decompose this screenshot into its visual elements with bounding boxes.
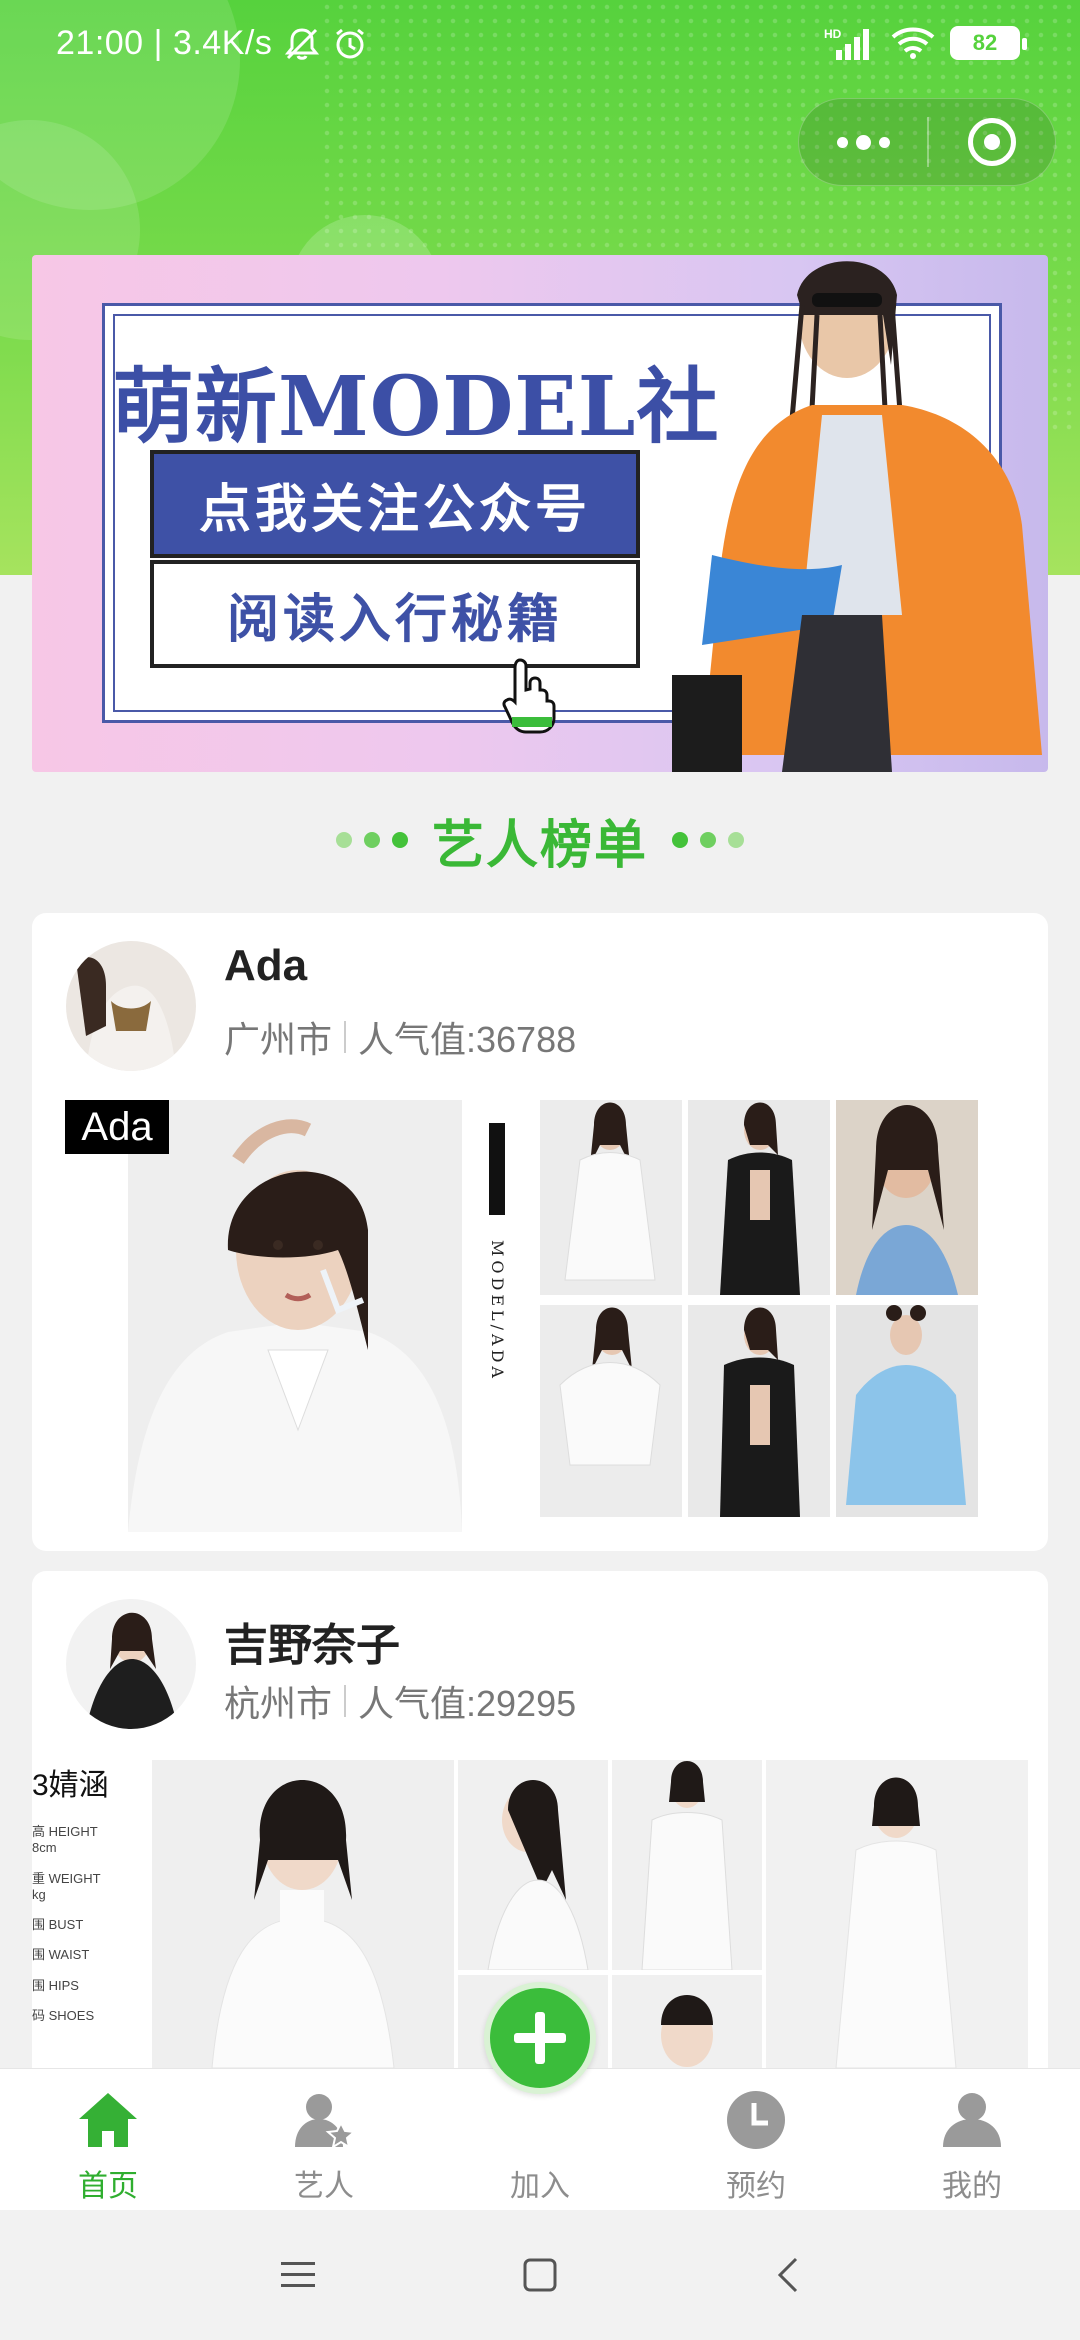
read-guide-button[interactable]: 阅读入行秘籍: [150, 560, 640, 668]
artist-meta: 广州市 人气值:36788: [224, 1011, 576, 1063]
spec-line: 围 BUST: [32, 1917, 84, 1932]
artist-avatar[interactable]: [66, 1599, 196, 1729]
artist-main-photo[interactable]: [128, 1100, 462, 1532]
tab-home[interactable]: 首页: [0, 2069, 216, 2211]
status-bar: 21:00 | 3.4K/s HD 82: [0, 0, 1080, 92]
back-icon: [777, 2257, 798, 2293]
gallery-photo[interactable]: [612, 1760, 762, 1970]
gallery-photo[interactable]: [540, 1305, 682, 1517]
status-separator: |: [153, 24, 163, 62]
svg-text:HD: HD: [824, 27, 842, 41]
photo-name-tag: Ada: [65, 1100, 169, 1154]
pointer-hand-icon: [502, 658, 556, 734]
promo-banner[interactable]: 萌新MODEL社 点我关注公众号 阅读入行秘籍: [32, 255, 1048, 772]
tab-booking[interactable]: 预约: [648, 2069, 864, 2211]
banner-title: 萌新MODEL社: [112, 359, 720, 455]
miniprogram-capsule: [798, 98, 1056, 186]
spec-line: 8cm: [32, 1840, 57, 1856]
network-speed: 3.4K/s: [172, 24, 273, 62]
spec-line: kg: [32, 1886, 46, 1902]
back-button[interactable]: [728, 2210, 848, 2340]
spec-line: 码 SHOES: [32, 2007, 95, 2023]
artist-icon: [295, 2094, 355, 2149]
artist-popularity: 人气值:36788: [358, 1019, 577, 1060]
gallery-photo[interactable]: [688, 1305, 830, 1517]
artist-name: 吉野奈子: [224, 1621, 400, 1670]
menu-button[interactable]: [238, 2210, 358, 2340]
spec-line: 重 WEIGHT: [32, 1870, 101, 1886]
close-miniprogram-button[interactable]: [929, 99, 1055, 185]
target-icon: [968, 118, 1016, 166]
battery-indicator: 82: [950, 26, 1027, 60]
wifi-icon: [891, 27, 935, 59]
artist-popularity: 人气值:29295: [358, 1683, 577, 1724]
more-options-button[interactable]: [799, 99, 927, 185]
artist-city: 杭州市: [224, 1683, 333, 1724]
tab-me[interactable]: 我的: [864, 2069, 1080, 2211]
home-icon: [79, 2093, 137, 2147]
gallery-photo[interactable]: [688, 1100, 830, 1295]
mute-icon: [285, 27, 320, 60]
clock-icon: [727, 2091, 785, 2149]
tab-artists[interactable]: 艺人: [216, 2069, 432, 2211]
status-time: 21:00: [56, 24, 144, 62]
spec-line: 高 HEIGHT: [32, 1824, 98, 1839]
section-header: 艺人榜单: [0, 800, 1080, 880]
join-plus-button[interactable]: [484, 1982, 596, 2094]
spec-line: 围 HIPS: [32, 1977, 79, 1993]
alarm-icon: [336, 28, 365, 58]
spec-name: 3婧涵: [32, 1769, 109, 1802]
user-icon: [943, 2093, 1001, 2147]
artist-city: 广州市: [224, 1019, 333, 1060]
menu-icon: [281, 2262, 315, 2287]
model-illustration: [672, 261, 1042, 772]
gallery-photo[interactable]: [540, 1100, 682, 1295]
square-icon: [523, 2258, 557, 2292]
home-nav-button[interactable]: [480, 2210, 600, 2340]
spec-line: 围 WAIST: [32, 1947, 90, 1963]
section-title: 艺人榜单: [431, 816, 648, 875]
gallery-photo[interactable]: [612, 1975, 762, 2075]
follow-account-button[interactable]: 点我关注公众号: [150, 450, 640, 558]
signal-icon: HD: [824, 27, 869, 60]
vertical-model-label: MODEL/ADA: [488, 1240, 507, 1382]
gallery-photo[interactable]: [836, 1305, 978, 1517]
gallery-photo[interactable]: [766, 1760, 1028, 2068]
artist-name: Ada: [224, 941, 308, 990]
gallery-photo[interactable]: [458, 1760, 608, 1970]
model-spec-panel: 3婧涵 高 HEIGHT 8cm 重 WEIGHT kg 围 BUST 围 WA…: [32, 1760, 152, 2070]
artist-avatar[interactable]: [66, 941, 196, 1071]
artist-main-photo[interactable]: [152, 1760, 454, 2068]
system-nav-bar: [0, 2210, 1080, 2340]
artist-meta: 杭州市 人气值:29295: [224, 1675, 576, 1727]
gallery-photo[interactable]: [836, 1100, 978, 1295]
